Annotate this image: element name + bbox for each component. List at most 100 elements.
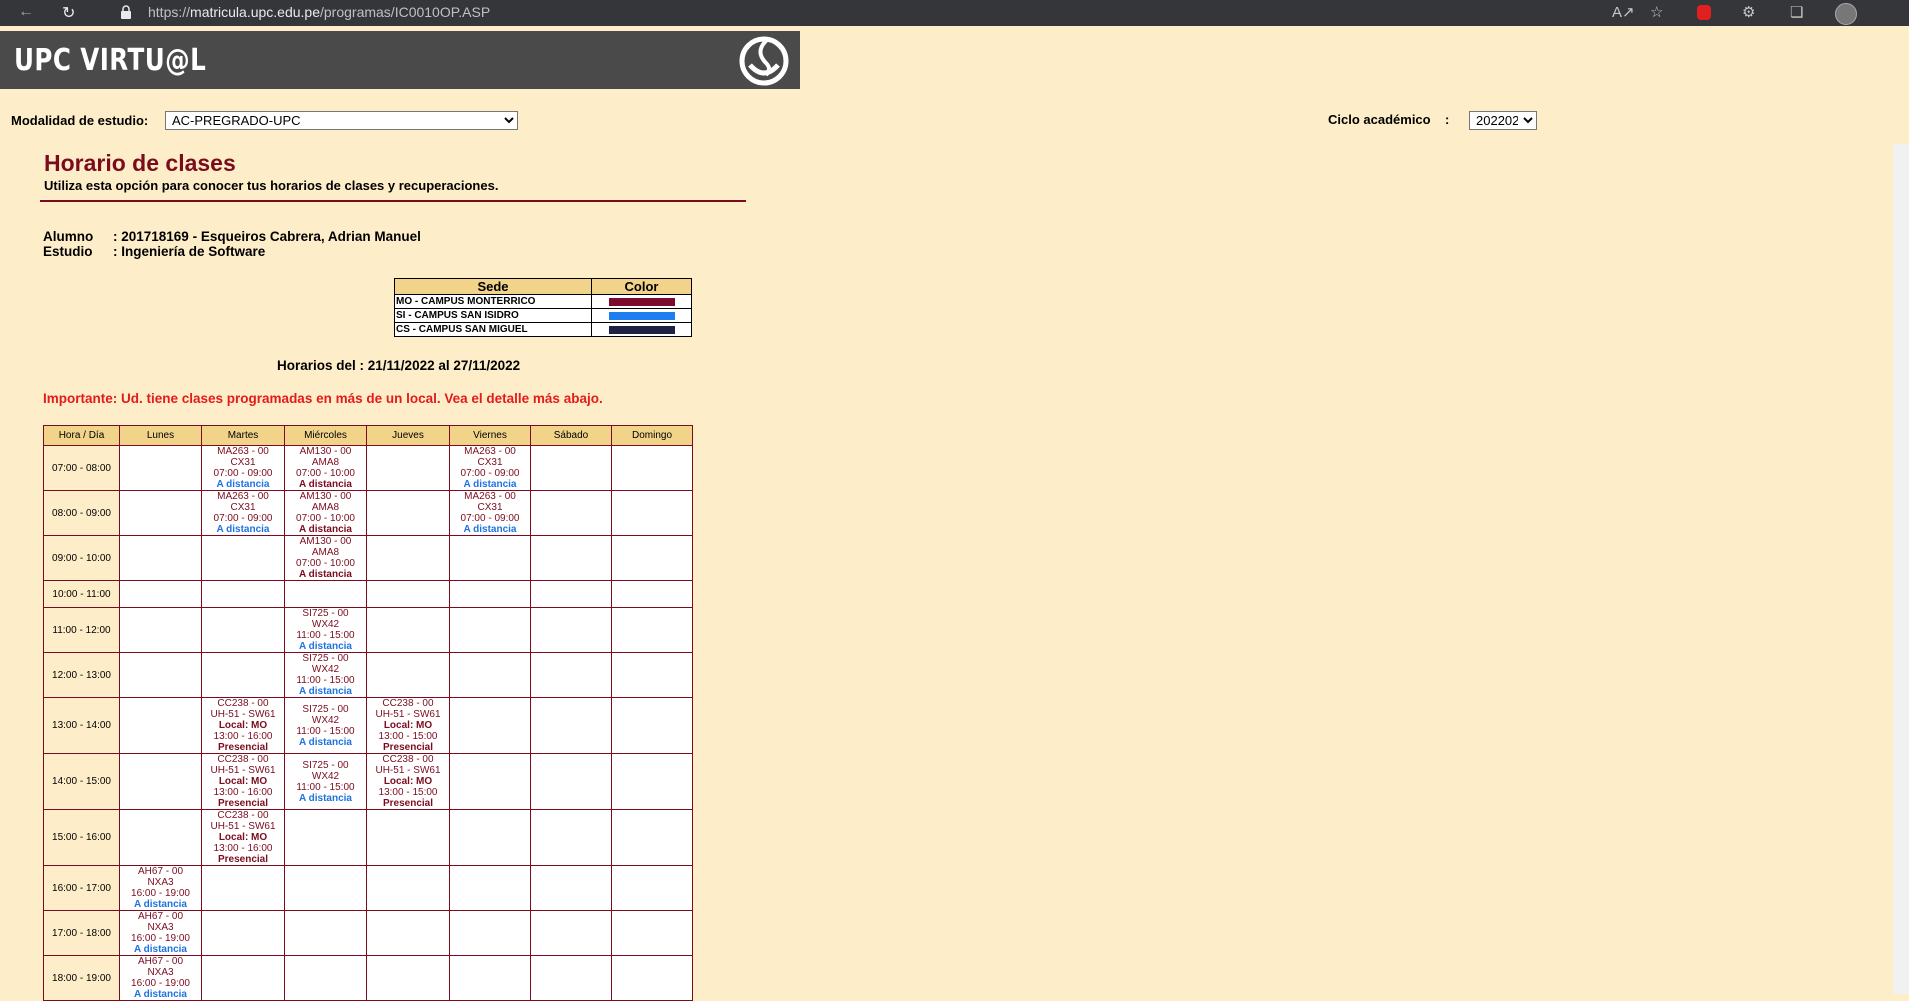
schedule-cell	[201, 607, 285, 653]
class-entry[interactable]: AH67 - 00 NXA3 16:00 - 19:00 A distancia	[120, 866, 201, 910]
class-detail: WX42	[311, 619, 340, 630]
class-entry[interactable]: MA263 - 00 CX31 07:00 - 09:00 A distancia	[450, 491, 530, 535]
color-swatch	[608, 325, 675, 334]
reload-icon[interactable]: ↻	[62, 3, 75, 23]
class-detail: Local: MO	[383, 776, 433, 787]
schedule-cell: AM130 - 00 AMA8 07:00 - 10:00 A distancia	[284, 445, 367, 491]
schedule-cell: AH67 - 00 NXA3 16:00 - 19:00 A distancia	[119, 865, 202, 911]
schedule-cell	[366, 910, 450, 956]
favorite-star-icon[interactable]: ☆	[1650, 3, 1663, 21]
class-detail: 07:00 - 10:00	[296, 513, 355, 524]
class-detail: CX31	[230, 502, 256, 513]
extensions-icon[interactable]: ⚙	[1742, 3, 1755, 21]
schedule-cell	[530, 580, 612, 608]
schedule-cell: MA263 - 00 CX31 07:00 - 09:00 A distancia	[201, 490, 285, 536]
schedule-date-range: Horarios del : 21/11/2022 al 27/11/2022	[277, 358, 521, 373]
read-aloud-icon[interactable]: A↗	[1612, 3, 1635, 21]
ciclo-select[interactable]: 202202	[1469, 111, 1537, 130]
lock-icon[interactable]	[120, 5, 132, 19]
page-scrollbar[interactable]	[1893, 144, 1909, 994]
schedule-cell	[449, 697, 531, 754]
class-entry[interactable]: AM130 - 00 AMA8 07:00 - 10:00 A distancia	[285, 446, 366, 490]
class-entry[interactable]: CC238 - 00 UH-51 - SW61 Local: MO 13:00 - 1…	[202, 698, 284, 753]
class-detail: CC238 - 00	[382, 698, 434, 709]
schedule-row: 07:00 - 08:00 MA263 - 00 CX31 07:00 - 09:00…	[43, 445, 693, 491]
schedule-cell	[611, 607, 693, 653]
class-entry[interactable]: MA263 - 00 CX31 07:00 - 09:00 A distancia	[450, 446, 530, 490]
class-entry[interactable]: SI725 - 00 WX42 11:00 - 15:00 A distancia	[285, 760, 366, 804]
class-detail: AM130 - 00	[299, 536, 352, 547]
class-entry[interactable]: MA263 - 00 CX31 07:00 - 09:00 A distancia	[202, 491, 284, 535]
profile-avatar[interactable]	[1835, 3, 1857, 25]
class-entry[interactable]: SI725 - 00 WX42 11:00 - 15:00 A distancia	[285, 608, 366, 652]
schedule-cell	[449, 580, 531, 608]
extension-icon[interactable]	[1697, 5, 1711, 20]
class-entry[interactable]: AH67 - 00 NXA3 16:00 - 19:00 A distancia	[120, 956, 201, 1000]
collections-icon[interactable]: ❏	[1790, 3, 1803, 21]
class-entry[interactable]: SI725 - 00 WX42 11:00 - 15:00 A distancia	[285, 653, 366, 697]
site-banner: UPC VIRTU@L	[0, 31, 800, 89]
schedule-row: 16:00 - 17:00 AH67 - 00 NXA3 16:00 - 19:00 A…	[43, 865, 693, 911]
class-entry[interactable]: AH67 - 00 NXA3 16:00 - 19:00 A distancia	[120, 911, 201, 955]
class-entry[interactable]: CC238 - 00 UH-51 - SW61 Local: MO 13:00 - 1…	[367, 698, 449, 753]
class-detail: AH67 - 00	[137, 911, 184, 922]
schedule-cell	[119, 490, 202, 536]
class-detail: CX31	[477, 502, 503, 513]
schedule-cell	[366, 809, 450, 866]
schedule-cell: CC238 - 00 UH-51 - SW61 Local: MO 13:00 - 1…	[201, 753, 285, 810]
class-entry[interactable]: AM130 - 00 AMA8 07:00 - 10:00 A distancia	[285, 491, 366, 535]
class-detail: MA263 - 00	[464, 446, 516, 457]
schedule-cell	[449, 652, 531, 698]
color-swatch	[608, 311, 675, 320]
schedule-cell	[611, 809, 693, 866]
hour-cell: 07:00 - 08:00	[43, 445, 120, 491]
class-detail: MA263 - 00	[217, 491, 269, 502]
day-header: Lunes	[119, 425, 202, 446]
class-modality: A distancia	[134, 899, 187, 910]
schedule-row: 08:00 - 09:00 MA263 - 00 CX31 07:00 - 09:00…	[43, 490, 693, 536]
schedule-cell	[366, 652, 450, 698]
class-entry[interactable]: AM130 - 00 AMA8 07:00 - 10:00 A distancia	[285, 536, 366, 580]
day-header: Miércoles	[284, 425, 367, 446]
class-entry[interactable]: SI725 - 00 WX42 11:00 - 15:00 A distancia	[285, 704, 366, 748]
class-detail: Local: MO	[218, 776, 268, 787]
ciclo-label: Ciclo académico :	[1328, 112, 1450, 127]
back-icon[interactable]: ←	[18, 3, 34, 21]
modalidad-label: Modalidad de estudio:	[11, 113, 149, 128]
hour-cell: 16:00 - 17:00	[43, 865, 120, 911]
class-detail: CX31	[477, 457, 503, 468]
class-modality: Presencial	[217, 854, 269, 865]
modalidad-select[interactable]: AC-PREGRADO-UPC	[165, 111, 518, 130]
address-bar[interactable]: https://matricula.upc.edu.pe/programas/I…	[148, 4, 490, 20]
upc-virtual-logo: UPC VIRTU@L	[14, 43, 207, 78]
color-swatch	[608, 297, 675, 306]
class-detail: AMA8	[311, 457, 340, 468]
class-modality: A distancia	[463, 524, 517, 535]
schedule-cell: CC238 - 00 UH-51 - SW61 Local: MO 13:00 - 1…	[201, 697, 285, 754]
schedule-cell	[366, 607, 450, 653]
class-entry[interactable]: CC238 - 00 UH-51 - SW61 Local: MO 13:00 - 1…	[202, 810, 284, 865]
class-entry[interactable]: CC238 - 00 UH-51 - SW61 Local: MO 13:00 - 1…	[202, 754, 284, 809]
hour-cell: 09:00 - 10:00	[43, 535, 120, 581]
title-divider	[40, 200, 746, 202]
sede-color	[591, 294, 692, 309]
schedule-cell	[201, 865, 285, 911]
schedule-cell	[611, 753, 693, 810]
schedule-cell	[201, 910, 285, 956]
class-entry[interactable]: CC238 - 00 UH-51 - SW61 Local: MO 13:00 - 1…	[367, 754, 449, 809]
class-detail: 13:00 - 16:00	[213, 843, 273, 854]
sede-name: CS - CAMPUS SAN MIGUEL	[394, 322, 592, 337]
hour-cell: 08:00 - 09:00	[43, 490, 120, 536]
class-detail: 11:00 - 15:00	[296, 630, 355, 641]
class-entry[interactable]: MA263 - 00 CX31 07:00 - 09:00 A distancia	[202, 446, 284, 490]
class-detail: 07:00 - 09:00	[460, 468, 520, 479]
page-title: Horario de clases	[44, 150, 236, 176]
class-detail: MA263 - 00	[217, 446, 269, 457]
schedule-cell	[366, 580, 450, 608]
class-detail: SI725 - 00	[302, 608, 349, 619]
schedule-cell	[119, 607, 202, 653]
class-detail: 11:00 - 15:00	[296, 781, 355, 793]
schedule-cell	[611, 535, 693, 581]
hour-cell: 12:00 - 13:00	[43, 652, 120, 698]
schedule-cell	[119, 535, 202, 581]
